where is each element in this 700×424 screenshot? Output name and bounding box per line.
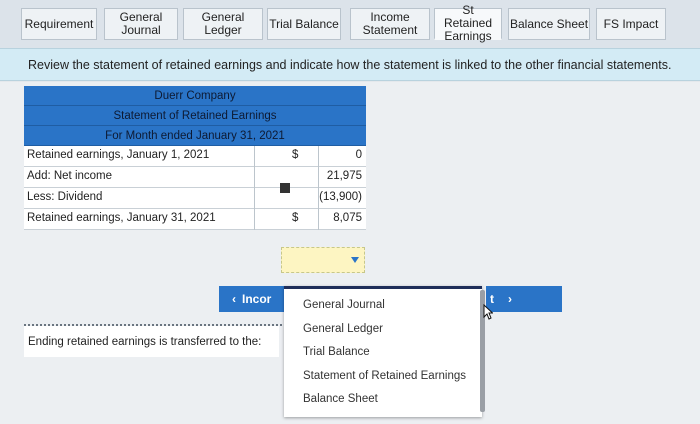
row-label: Retained earnings, January 1, 2021 [27, 149, 210, 161]
tab-label: Requirement [24, 16, 94, 31]
instruction-text: Review the statement of retained earning… [28, 58, 672, 72]
company-name: Duerr Company [24, 86, 366, 106]
tab-fs-impact[interactable]: FS Impact [596, 8, 666, 40]
prev-button[interactable]: ‹ Incor [219, 286, 284, 312]
tab-income-statement[interactable]: Income Statement [350, 8, 430, 40]
statement-row: Add: Net income 21,975 [24, 167, 366, 188]
row-value: (13,900) [319, 191, 362, 203]
prev-label: Incor [242, 292, 272, 306]
tab-label: St Retained Earnings [443, 3, 493, 43]
statement-row: Less: Dividend (13,900) [24, 188, 366, 209]
tab-label: Balance Sheet [509, 16, 589, 31]
dropdown-option[interactable]: Balance Sheet [303, 393, 378, 405]
dropdown-option[interactable]: Statement of Retained Earnings [303, 370, 466, 382]
column-divider [318, 146, 319, 230]
tab-st-retained-earnings[interactable]: St Retained Earnings [434, 4, 502, 43]
column-divider [254, 146, 255, 230]
row-value: 0 [355, 149, 362, 161]
dropdown-menu: General Journal General Ledger Trial Bal… [284, 286, 482, 417]
currency-symbol: $ [292, 149, 299, 161]
dropdown-option[interactable]: Trial Balance [303, 346, 370, 358]
tab-label: FS Impact [603, 16, 659, 31]
tab-label: General Journal [119, 10, 163, 37]
chevron-left-icon: ‹ [232, 292, 236, 306]
tab-balance-sheet[interactable]: Balance Sheet [508, 8, 590, 40]
mouse-cursor-icon [483, 304, 493, 320]
tab-label: General Ledger [201, 10, 245, 37]
dropdown-option[interactable]: General Ledger [303, 323, 383, 335]
row-label: Retained earnings, January 31, 2021 [27, 212, 216, 224]
tab-bar: Requirement General Journal General Ledg… [0, 0, 700, 52]
statement-period: For Month ended January 31, 2021 [24, 126, 366, 146]
dropdown-option[interactable]: General Journal [303, 299, 385, 311]
tab-general-ledger[interactable]: General Ledger [183, 8, 263, 40]
statement-row: Retained earnings, January 31, 2021 $ 8,… [24, 209, 366, 230]
transfer-select[interactable] [281, 247, 365, 273]
chevron-down-icon [351, 257, 359, 263]
row-label: Less: Dividend [27, 191, 103, 203]
tab-trial-balance[interactable]: Trial Balance [267, 8, 341, 40]
flag-icon [280, 183, 290, 193]
row-value: 8,075 [333, 212, 362, 224]
tab-label: Trial Balance [269, 16, 339, 31]
tab-label: Income Statement [362, 10, 418, 37]
row-value: 21,975 [326, 170, 362, 182]
tab-general-journal[interactable]: General Journal [104, 8, 178, 40]
row-label: Add: Net income [27, 170, 113, 182]
statement-row: Retained earnings, January 1, 2021 $ 0 [24, 146, 366, 167]
tab-requirement[interactable]: Requirement [21, 8, 97, 40]
transfer-row: Ending retained earnings is transferred … [24, 326, 279, 357]
statement-title: Statement of Retained Earnings [24, 106, 366, 126]
chevron-right-icon: › [508, 292, 512, 306]
instruction-band: Review the statement of retained earning… [0, 48, 700, 81]
transfer-label: Ending retained earnings is transferred … [28, 336, 262, 348]
currency-symbol: $ [292, 212, 299, 224]
next-button[interactable]: t › [486, 286, 562, 312]
